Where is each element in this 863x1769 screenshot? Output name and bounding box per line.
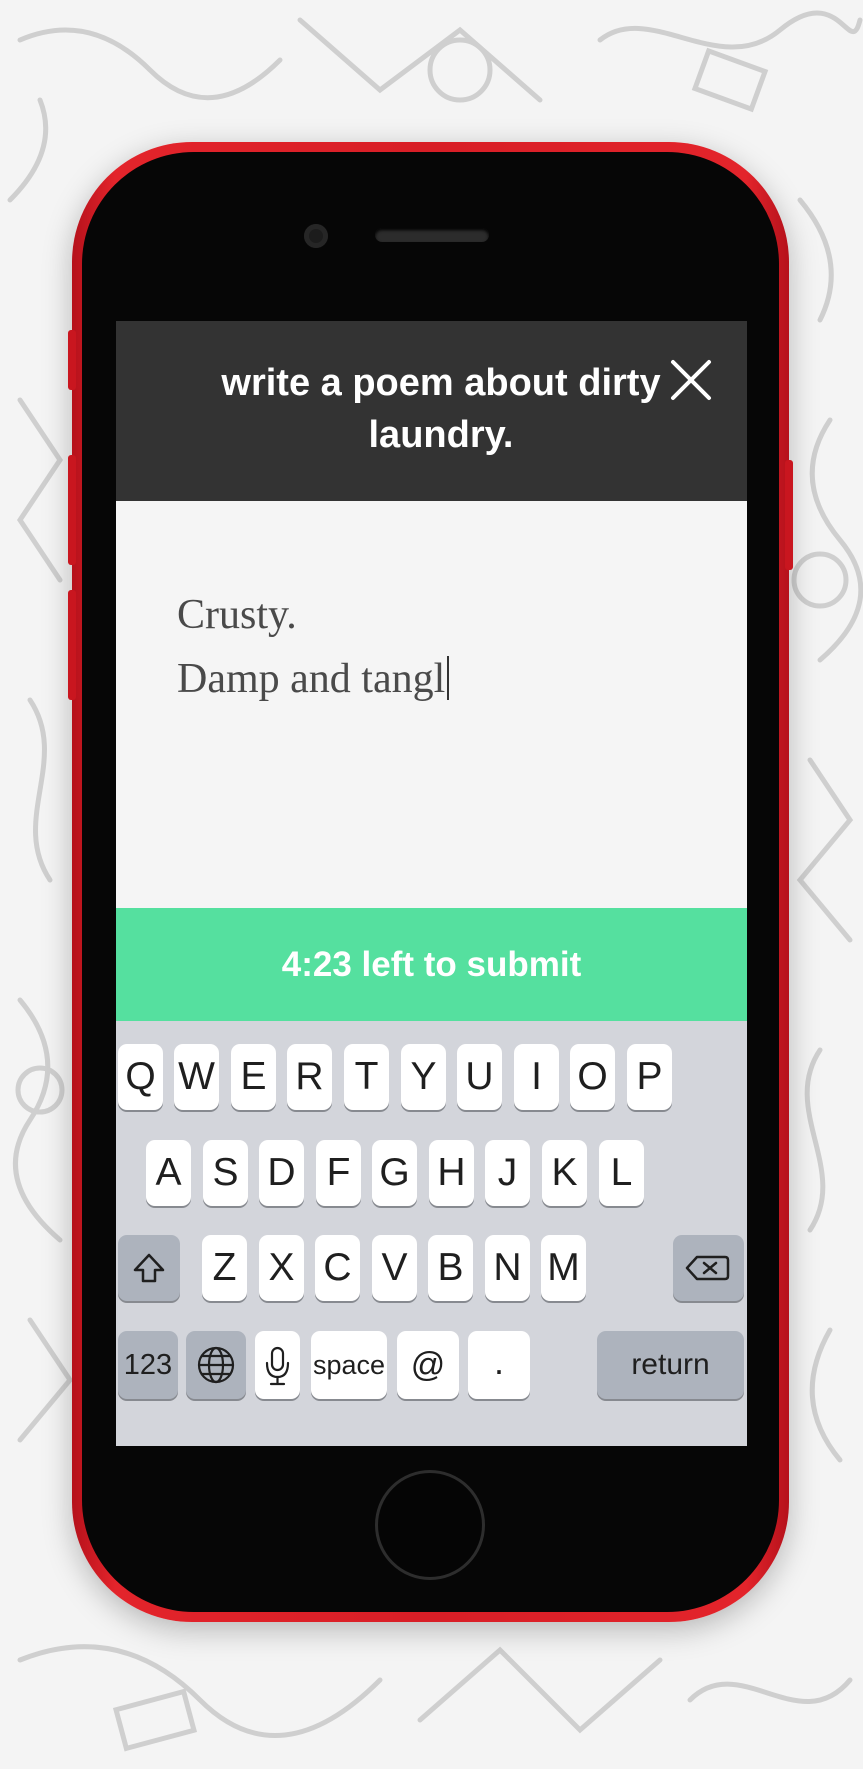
onscreen-keyboard: Q W E R T Y U I O P A S D F G H J K L Z … <box>116 1021 747 1446</box>
poem-line: Crusty. <box>177 592 297 638</box>
shift-key[interactable] <box>118 1235 180 1301</box>
key-k[interactable]: K <box>542 1140 587 1206</box>
microphone-key[interactable] <box>255 1331 300 1399</box>
key-j[interactable]: J <box>485 1140 530 1206</box>
prompt-header: write a poem about dirty laundry. <box>116 321 747 501</box>
key-u[interactable]: U <box>457 1044 502 1110</box>
key-l[interactable]: L <box>599 1140 644 1206</box>
key-z[interactable]: Z <box>202 1235 247 1301</box>
shift-icon <box>133 1253 165 1283</box>
key-i[interactable]: I <box>514 1044 559 1110</box>
key-e[interactable]: E <box>231 1044 276 1110</box>
key-q[interactable]: Q <box>118 1044 163 1110</box>
app-screen: write a poem about dirty laundry. Crusty… <box>116 321 747 1446</box>
key-b[interactable]: B <box>428 1235 473 1301</box>
submit-timer-bar[interactable]: 4:23 left to submit <box>116 908 747 1021</box>
key-v[interactable]: V <box>372 1235 417 1301</box>
at-key[interactable]: @ <box>397 1331 459 1399</box>
key-n[interactable]: N <box>485 1235 530 1301</box>
text-caret <box>447 656 450 700</box>
key-p[interactable]: P <box>627 1044 672 1110</box>
key-h[interactable]: H <box>429 1140 474 1206</box>
globe-icon <box>197 1346 235 1384</box>
key-m[interactable]: M <box>541 1235 586 1301</box>
poem-line-text: Damp and tangl <box>177 656 446 702</box>
power-button <box>785 460 793 570</box>
key-f[interactable]: F <box>316 1140 361 1206</box>
key-o[interactable]: O <box>570 1044 615 1110</box>
space-key[interactable]: space <box>311 1331 387 1399</box>
key-c[interactable]: C <box>315 1235 360 1301</box>
close-button[interactable] <box>669 358 713 402</box>
mute-switch <box>68 330 76 390</box>
volume-up-button <box>68 455 76 565</box>
poem-editor[interactable]: Crusty. Damp and tangl <box>177 583 697 711</box>
key-t[interactable]: T <box>344 1044 389 1110</box>
key-g[interactable]: G <box>372 1140 417 1206</box>
numbers-key[interactable]: 123 <box>118 1331 178 1399</box>
key-s[interactable]: S <box>203 1140 248 1206</box>
prompt-title: write a poem about dirty laundry. <box>221 362 661 456</box>
earpiece-speaker <box>375 228 489 242</box>
microphone-icon <box>265 1346 290 1386</box>
globe-key[interactable] <box>186 1331 246 1399</box>
close-icon <box>671 360 711 400</box>
backspace-icon <box>685 1255 730 1281</box>
volume-down-button <box>68 590 76 700</box>
period-key[interactable]: . <box>468 1331 530 1399</box>
key-w[interactable]: W <box>174 1044 219 1110</box>
key-r[interactable]: R <box>287 1044 332 1110</box>
home-button[interactable] <box>375 1470 485 1580</box>
key-d[interactable]: D <box>259 1140 304 1206</box>
key-x[interactable]: X <box>259 1235 304 1301</box>
key-a[interactable]: A <box>146 1140 191 1206</box>
delete-key[interactable] <box>673 1235 744 1301</box>
poem-line-current: Damp and tangl <box>177 647 697 711</box>
key-y[interactable]: Y <box>401 1044 446 1110</box>
front-camera <box>304 224 328 248</box>
return-key[interactable]: return <box>597 1331 744 1399</box>
